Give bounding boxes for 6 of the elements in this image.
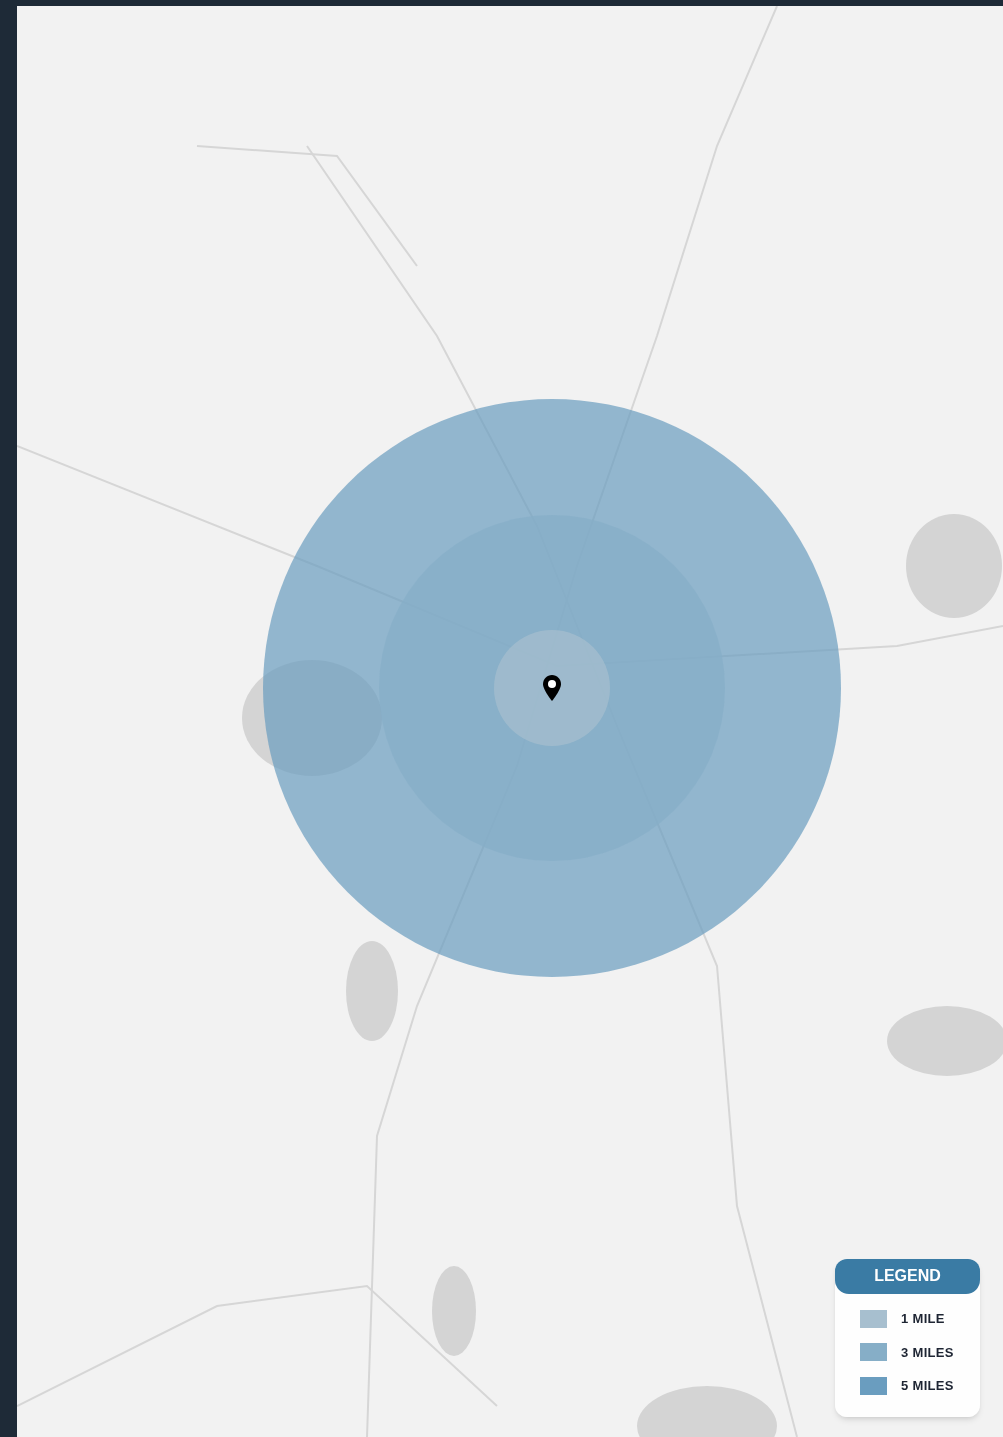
legend-label: 1 MILE	[901, 1310, 945, 1328]
legend-title: LEGEND	[835, 1259, 980, 1294]
location-pin-icon[interactable]	[543, 675, 561, 701]
legend-label: 5 MILES	[901, 1377, 954, 1395]
map-view[interactable]: LEGEND 1 MILE 3 MILES 5 MILES	[17, 6, 1003, 1437]
legend-label: 3 MILES	[901, 1343, 954, 1362]
